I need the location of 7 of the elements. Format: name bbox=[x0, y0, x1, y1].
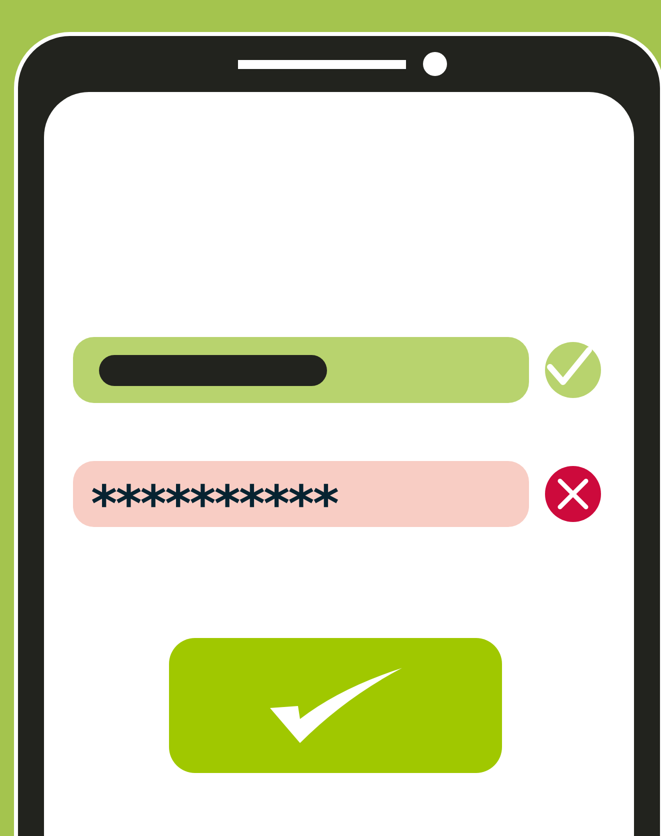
password-field[interactable]: ********** bbox=[73, 461, 529, 527]
checkmark-icon bbox=[270, 668, 402, 743]
username-field[interactable] bbox=[73, 337, 529, 403]
camera-dot-icon bbox=[422, 52, 446, 76]
text-bar-icon bbox=[99, 354, 327, 386]
password-value: ********** bbox=[91, 474, 338, 527]
speaker-slot-icon bbox=[238, 60, 406, 68]
